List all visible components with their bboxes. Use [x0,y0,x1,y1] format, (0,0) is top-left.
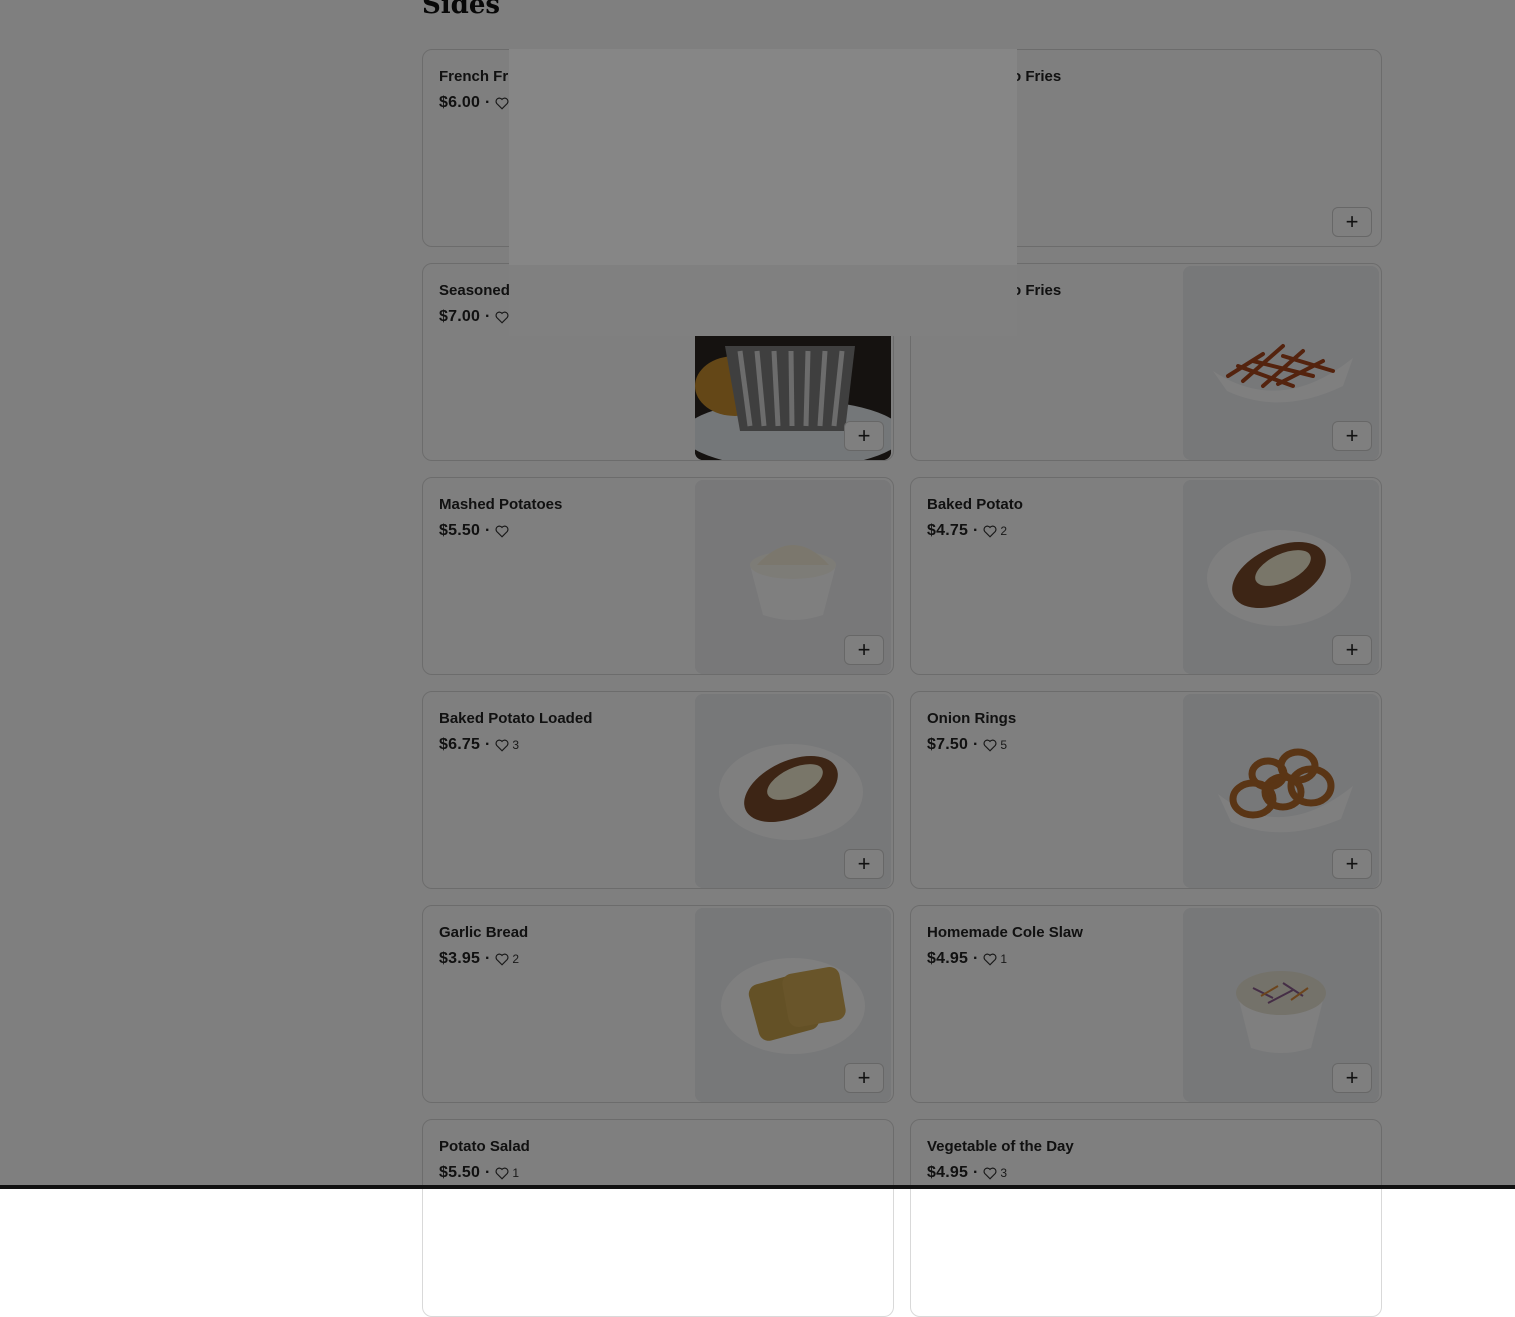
bottom-edge-bar [0,1185,1515,1189]
modal-panel-fading [509,49,1017,336]
modal-panel-footer [509,265,1017,336]
